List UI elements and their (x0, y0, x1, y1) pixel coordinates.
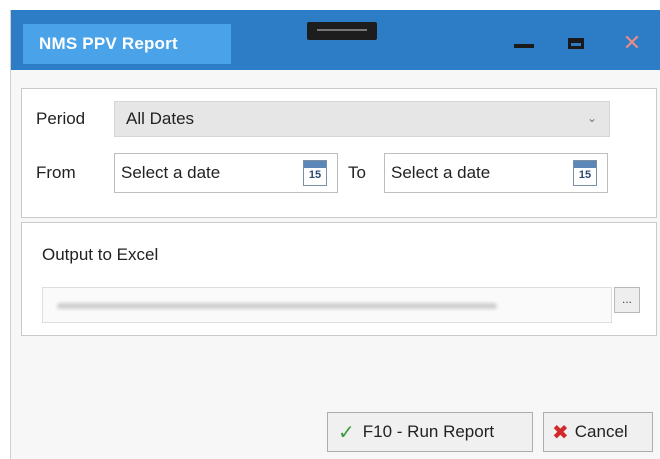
from-label: From (36, 163, 76, 182)
obscured-path-text (57, 303, 497, 309)
chevron-down-icon: ⌄ (586, 111, 597, 125)
window-title: NMS PPV Report (23, 24, 231, 64)
to-date-picker[interactable]: Select a date 15 (384, 153, 608, 193)
period-select[interactable]: All Dates ⌄ (114, 101, 610, 137)
close-icon: ✕ (622, 30, 642, 55)
calendar-day: 15 (308, 169, 322, 181)
calendar-day: 15 (578, 169, 592, 181)
x-icon: ✖ (552, 421, 569, 444)
period-label: Period (36, 109, 86, 128)
period-selected-value: All Dates (126, 109, 195, 128)
cancel-label: Cancel (574, 422, 628, 441)
minimize-icon (514, 44, 534, 48)
output-path-field[interactable] (42, 287, 612, 323)
report-window: NMS PPV Report ✕ Period All Dates ⌄ From… (10, 10, 660, 459)
output-label: Output to Excel (42, 245, 159, 264)
maximize-icon (568, 37, 584, 49)
maximize-button[interactable] (559, 32, 593, 54)
cancel-button[interactable]: ✖ Cancel (543, 412, 653, 452)
from-date-placeholder: Select a date (121, 163, 221, 182)
checkmark-icon: ✓ (338, 421, 355, 444)
to-date-placeholder: Select a date (391, 163, 491, 182)
calendar-icon[interactable]: 15 (303, 160, 327, 186)
browse-button[interactable]: ... (614, 287, 640, 313)
close-button[interactable]: ✕ (615, 32, 649, 54)
drag-handle[interactable] (307, 22, 377, 40)
to-label: To (348, 163, 366, 182)
minimize-button[interactable] (507, 32, 541, 54)
run-report-label: F10 - Run Report (362, 422, 495, 441)
output-panel: Output to Excel ... (21, 222, 657, 336)
run-report-button[interactable]: ✓ F10 - Run Report (327, 412, 533, 452)
date-range-panel: Period All Dates ⌄ From Select a date 15… (21, 88, 657, 218)
title-bar[interactable]: NMS PPV Report ✕ (11, 10, 660, 70)
from-date-picker[interactable]: Select a date 15 (114, 153, 338, 193)
calendar-icon[interactable]: 15 (573, 160, 597, 186)
